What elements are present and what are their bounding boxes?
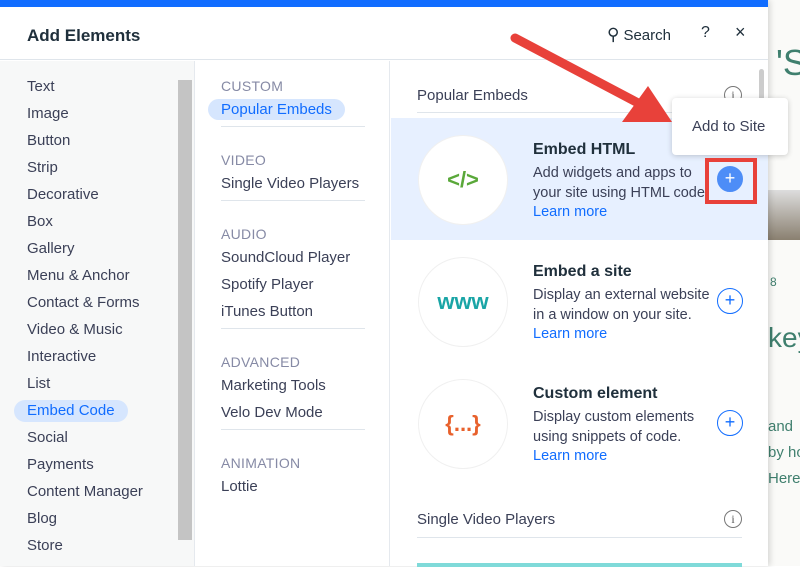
annotation-arrow-icon — [510, 33, 672, 122]
